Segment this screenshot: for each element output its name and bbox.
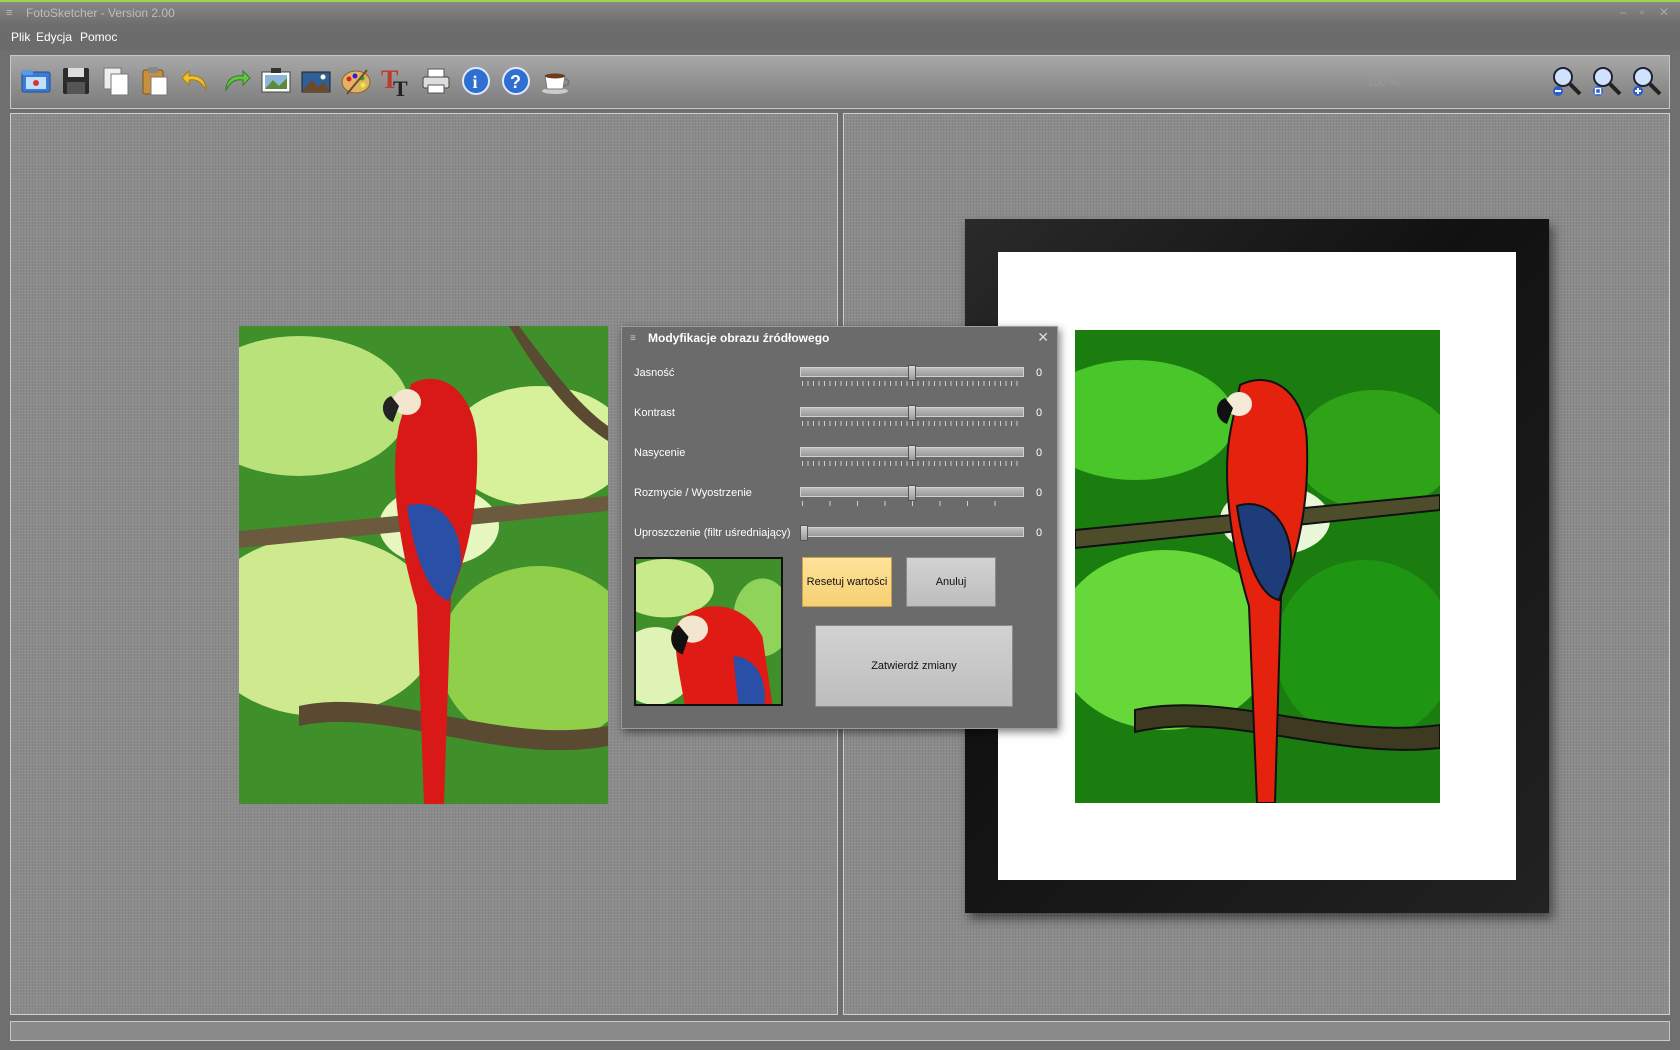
- blur-sharpen-value: 0: [1036, 487, 1043, 499]
- zoom-out-icon: [1553, 67, 1582, 96]
- contrast-slider[interactable]: [800, 405, 1024, 429]
- brightness-label: Jasność: [634, 367, 675, 379]
- copy-icon: [103, 67, 129, 96]
- help-icon: ?: [502, 67, 530, 95]
- simplification-slider[interactable]: [800, 525, 1024, 549]
- parrot-photo: [239, 326, 608, 804]
- save-button[interactable]: [59, 64, 93, 98]
- donate-button[interactable]: [539, 64, 573, 98]
- simplification-value: 0: [1036, 527, 1043, 539]
- open-image-button[interactable]: [19, 64, 53, 98]
- redo-arrow-icon: [225, 69, 251, 92]
- slider-thumb[interactable]: [908, 365, 916, 381]
- slider-ticks: [802, 421, 1022, 426]
- menu-plik[interactable]: Plik: [11, 30, 30, 44]
- window-title: FotoSketcher - Version 2.00: [26, 6, 175, 20]
- dialog-close-button[interactable]: ✕: [1037, 329, 1049, 346]
- reset-values-button[interactable]: Resetuj wartości: [802, 557, 892, 607]
- slider-thumb[interactable]: [908, 485, 916, 501]
- image-adjust-button[interactable]: [259, 64, 293, 98]
- svg-text:i: i: [473, 72, 478, 92]
- paste-icon: [142, 67, 168, 96]
- slider-thumb[interactable]: [908, 405, 916, 421]
- saturation-label: Nasycenie: [634, 447, 686, 459]
- zoom-in-icon: [1633, 67, 1662, 96]
- brightness-value: 0: [1036, 367, 1043, 379]
- open-folder-icon: [21, 70, 51, 93]
- slider-ticks: [802, 501, 1022, 506]
- undo-button[interactable]: [179, 64, 213, 98]
- title-bar: ≡ FotoSketcher - Version 2.00 – ▫ ✕: [0, 0, 1680, 26]
- svg-text:?: ?: [510, 72, 521, 92]
- slider-thumb[interactable]: [908, 445, 916, 461]
- palette-icon: [341, 69, 371, 95]
- floppy-disk-icon: [63, 68, 89, 94]
- cancel-button[interactable]: Anuluj: [906, 557, 996, 607]
- toolbar: T T i ? 100 %: [10, 55, 1670, 109]
- maximize-button[interactable]: ▫: [1640, 5, 1644, 19]
- svg-text:T: T: [393, 76, 408, 98]
- brightness-slider[interactable]: [800, 365, 1024, 389]
- minimize-button[interactable]: –: [1620, 5, 1627, 19]
- copy-button[interactable]: [99, 64, 133, 98]
- text-tool-button[interactable]: T T: [379, 64, 413, 101]
- drawing-parameters-button[interactable]: [299, 64, 333, 98]
- cartoon-parrot: [1075, 330, 1440, 803]
- print-button[interactable]: [419, 64, 453, 98]
- close-window-button[interactable]: ✕: [1659, 5, 1669, 19]
- info-icon: i: [462, 67, 490, 95]
- slider-ticks: [802, 381, 1022, 386]
- zoom-out-button[interactable]: [1549, 64, 1583, 98]
- text-icon: T T: [381, 65, 408, 101]
- dialog-menu-icon[interactable]: ≡: [630, 333, 636, 344]
- dialog-title: Modyfikacje obrazu źródłowego: [648, 331, 830, 345]
- slider-ticks: [802, 461, 1022, 466]
- redo-button[interactable]: [219, 64, 253, 98]
- undo-arrow-icon: [181, 69, 207, 92]
- source-image: [239, 326, 608, 804]
- slider-thumb[interactable]: [800, 525, 808, 541]
- zoom-in-button[interactable]: [1629, 64, 1663, 98]
- printer-icon: [422, 68, 450, 94]
- sketch-result-image: [1075, 330, 1440, 803]
- source-image-adjustments-dialog: ≡ Modyfikacje obrazu źródłowego ✕ Jasnoś…: [621, 326, 1058, 729]
- zoom-level-label: 100 %: [1367, 77, 1399, 89]
- paint-palette-button[interactable]: [339, 64, 373, 98]
- contrast-value: 0: [1036, 407, 1043, 419]
- menu-edycja[interactable]: Edycja: [36, 30, 72, 44]
- paste-button[interactable]: [138, 64, 172, 98]
- info-button[interactable]: i: [459, 64, 493, 98]
- blur-sharpen-slider[interactable]: [800, 485, 1024, 509]
- saturation-slider[interactable]: [800, 445, 1024, 469]
- status-bar: [10, 1021, 1670, 1041]
- menu-bar: Plik Edycja Pomoc: [0, 26, 1680, 50]
- zoom-fit-icon: [1593, 67, 1622, 96]
- image-settings-icon: [261, 68, 291, 93]
- blur-sharpen-label: Rozmycie / Wyostrzenie: [634, 487, 752, 499]
- app-menu-icon[interactable]: ≡: [6, 7, 18, 19]
- simplification-label: Uproszczenie (filtr uśredniający): [634, 527, 791, 539]
- coffee-cup-icon: [542, 73, 570, 94]
- apply-changes-button[interactable]: Zatwierdź zmiany: [815, 625, 1013, 707]
- frame-mat: [998, 252, 1516, 880]
- menu-pomoc[interactable]: Pomoc: [80, 30, 117, 44]
- landscape-image-icon: [301, 71, 331, 93]
- saturation-value: 0: [1036, 447, 1043, 459]
- preview-thumbnail: [634, 557, 783, 706]
- zoom-fit-button[interactable]: [1589, 64, 1623, 98]
- slider-track: [800, 527, 1024, 537]
- help-button[interactable]: ?: [499, 64, 533, 98]
- preview-parrot: [636, 559, 781, 704]
- contrast-label: Kontrast: [634, 407, 675, 419]
